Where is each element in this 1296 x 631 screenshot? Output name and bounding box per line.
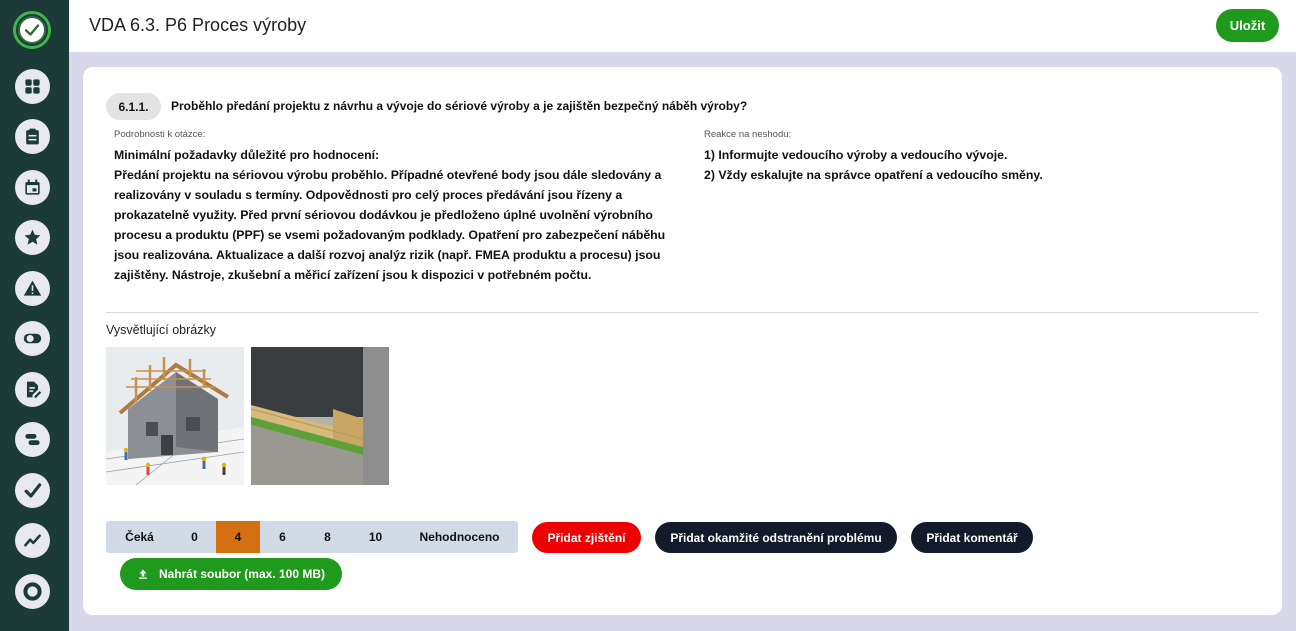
details-body: Předání projektu na sériovou výrobu prob… xyxy=(114,168,666,282)
timeline-icon xyxy=(25,433,40,446)
nav-reports[interactable] xyxy=(15,372,50,407)
add-finding-button[interactable]: Přidat zjištění xyxy=(532,522,641,553)
edit-document-icon xyxy=(26,381,42,399)
check-icon xyxy=(24,483,42,498)
nav-timeline[interactable] xyxy=(15,422,50,457)
rating-option-0[interactable]: 0 xyxy=(173,521,216,553)
rating-selector: Čeká 0 4 6 8 10 Nehodnoceno xyxy=(106,521,518,553)
nav-favorites[interactable] xyxy=(15,220,50,255)
question-text: Proběhlo předání projektu z návrhu a výv… xyxy=(171,99,748,113)
calendar-icon xyxy=(25,179,40,195)
nav-audits[interactable] xyxy=(15,119,50,154)
nav-warnings[interactable] xyxy=(15,271,50,306)
dashboard-icon xyxy=(25,79,40,94)
nav-calendar[interactable] xyxy=(15,170,50,205)
question-details: Minimální požadavky důležité pro hodnoce… xyxy=(114,145,674,285)
explanatory-image-house[interactable] xyxy=(106,347,244,485)
explanatory-image-floor-detail[interactable] xyxy=(251,347,389,485)
upload-button-label: Nahrát soubor (max. 100 MB) xyxy=(158,567,326,581)
question-card: 6.1.1. Proběhlo předání projektu z návrh… xyxy=(83,67,1282,615)
toggle-icon xyxy=(23,333,42,344)
reaction-text: 1) Informujte vedoucího výroby a vedoucí… xyxy=(704,145,1224,185)
floor-construction-detail-image xyxy=(251,347,389,485)
rating-option-10[interactable]: 10 xyxy=(350,521,401,553)
rating-option-pending[interactable]: Čeká xyxy=(106,521,173,553)
nav-help[interactable] xyxy=(15,574,50,609)
question-number-badge: 6.1.1. xyxy=(106,93,161,120)
check-logo-icon xyxy=(18,16,46,44)
app-logo[interactable] xyxy=(13,11,51,49)
house-construction-image xyxy=(106,347,244,485)
rating-option-not-rated[interactable]: Nehodnoceno xyxy=(401,521,518,553)
rating-option-6[interactable]: 6 xyxy=(260,521,305,553)
rating-option-4[interactable]: 4 xyxy=(216,521,260,553)
sidebar xyxy=(0,0,69,631)
reaction-line: 1) Informujte vedoucího výroby a vedoucí… xyxy=(704,148,1008,162)
nav-completed[interactable] xyxy=(15,473,50,508)
upload-icon xyxy=(138,569,147,579)
nav-dashboard[interactable] xyxy=(15,69,50,104)
clipboard-icon xyxy=(26,128,39,145)
add-comment-button[interactable]: Přidat komentář xyxy=(911,522,1033,553)
reaction-line: 2) Vždy eskalujte na správce opatření a … xyxy=(704,168,1043,182)
trend-icon xyxy=(24,534,41,547)
lifebuoy-icon xyxy=(23,582,42,601)
images-label: Vysvětlující obrázky xyxy=(106,323,216,337)
add-immediate-fix-button[interactable]: Přidat okamžité odstranění problému xyxy=(655,522,897,553)
upload-file-button[interactable]: Nahrát soubor (max. 100 MB) xyxy=(120,558,342,590)
rating-option-8[interactable]: 8 xyxy=(305,521,350,553)
top-bar: VDA 6.3. P6 Proces výroby Uložit xyxy=(69,0,1296,52)
star-icon xyxy=(24,229,41,245)
save-button[interactable]: Uložit xyxy=(1216,9,1279,42)
reaction-label: Reakce na neshodu: xyxy=(704,129,792,140)
section-divider xyxy=(106,312,1259,313)
nav-statistics[interactable] xyxy=(15,523,50,558)
details-label: Podrobnosti k otázce: xyxy=(114,129,206,140)
details-heading: Minimální požadavky důležité pro hodnoce… xyxy=(114,148,380,162)
nav-toggle[interactable] xyxy=(15,321,50,356)
warning-icon xyxy=(23,280,42,296)
page-title: VDA 6.3. P6 Proces výroby xyxy=(89,15,307,35)
